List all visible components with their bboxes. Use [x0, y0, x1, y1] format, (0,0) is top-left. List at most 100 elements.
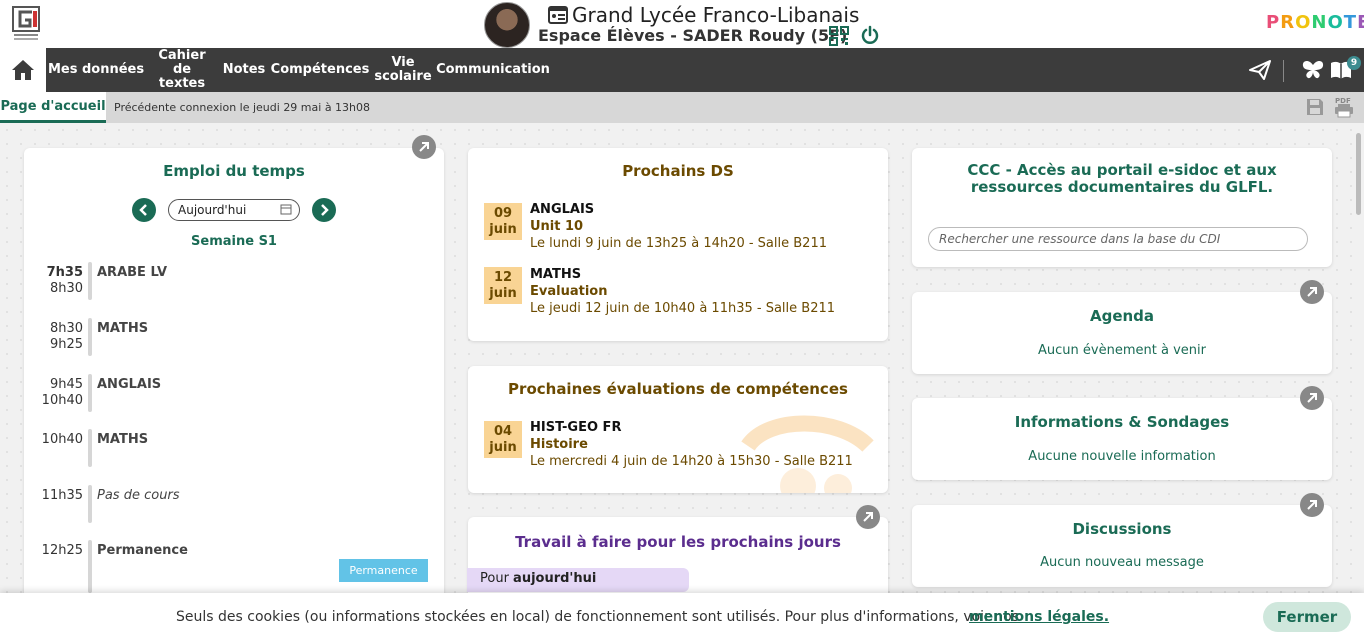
school-logo: [12, 6, 40, 40]
nav-mes-donnees[interactable]: Mes données: [48, 48, 144, 92]
cdi-title[interactable]: CCC - Accès au portail e-sidoc et aux re…: [912, 162, 1332, 196]
slot-bar: [88, 485, 92, 523]
permanence-tag: Permanence: [339, 559, 428, 582]
next-day-button[interactable]: [312, 198, 336, 222]
close-cookie-button[interactable]: Fermer: [1263, 602, 1351, 632]
slot-start-time: 11h35: [41, 488, 83, 503]
ds-month: juin: [489, 286, 517, 301]
travail-day-header: Pour aujourd'hui: [467, 568, 689, 592]
competence-theme: Histoire: [530, 437, 588, 452]
slot-subject: Pas de cours: [97, 488, 180, 503]
competence-date-box: 04 juin: [484, 421, 522, 458]
slot-start-time: 12h25: [41, 543, 83, 558]
nav-home[interactable]: [0, 48, 46, 92]
ds-date-box: 09 juin: [484, 203, 522, 240]
nav-vie-scolaire[interactable]: Vie scolaire: [372, 48, 434, 92]
open-agenda-icon[interactable]: [1300, 280, 1324, 304]
agenda-card: Agenda: [912, 292, 1332, 374]
ds-subject: MATHS: [530, 267, 582, 282]
ds-theme: Unit 10: [530, 219, 584, 234]
week-label: Semaine S1: [191, 234, 277, 249]
cdi-search-input[interactable]: Rechercher une ressource dans la base du…: [928, 227, 1308, 251]
informations-title: Informations & Sondages: [1014, 413, 1230, 431]
nav-notes[interactable]: Notes: [222, 48, 266, 92]
ds-day: 12: [493, 270, 513, 285]
messages-count-badge: 9: [1347, 56, 1361, 70]
pour-day: aujourd'hui: [513, 571, 597, 586]
pdf-print-icon[interactable]: PDF: [1333, 96, 1355, 118]
ds-when: Le jeudi 12 juin de 10h40 à 11h35 - Sall…: [530, 301, 836, 316]
ds-day: 09: [493, 206, 513, 221]
cookie-text: Seuls des cookies (ou informations stock…: [176, 609, 1020, 625]
calendar-icon[interactable]: [280, 203, 292, 215]
slot-start-time: 10h40: [41, 432, 83, 447]
open-emploi-du-temps-icon[interactable]: [412, 135, 436, 159]
home-icon: [12, 60, 34, 80]
cookie-banner: Seuls des cookies (ou informations stock…: [0, 593, 1364, 637]
discussions-card: Discussions: [912, 505, 1332, 587]
chevron-right-icon: [321, 204, 329, 216]
slot-subject[interactable]: MATHS: [97, 432, 148, 447]
previous-connection: Précédente connexion le jeudi 29 mai à 1…: [114, 101, 371, 114]
informations-empty-text: Aucune nouvelle information: [1028, 449, 1216, 464]
slot-start-time: 9h45: [49, 377, 83, 392]
main-navigation: Mes données Cahier de textes Notes Compé…: [0, 48, 1364, 92]
ds-month: juin: [489, 222, 517, 237]
slot-end-time: 8h30: [49, 281, 83, 296]
slot-subject[interactable]: ARABE LV: [97, 265, 167, 280]
slot-bar: [88, 540, 92, 593]
chevron-left-icon: [139, 204, 147, 216]
student-avatar[interactable]: [484, 2, 530, 48]
send-icon[interactable]: [1248, 58, 1272, 82]
nav-communication[interactable]: Communication: [436, 48, 550, 92]
agenda-empty-text: Aucun évènement à venir: [1038, 343, 1206, 358]
qr-code-icon[interactable]: [829, 26, 849, 46]
ds-theme: Evaluation: [530, 284, 608, 299]
prochains-ds-title: Prochains DS: [622, 162, 734, 180]
travail-a-faire-title: Travail à faire pour les prochains jours: [515, 533, 841, 551]
nav-separator: [1283, 60, 1284, 82]
id-card-icon: [548, 6, 568, 24]
open-travail-icon[interactable]: [856, 505, 880, 529]
school-name: Grand Lycée Franco-Libanais: [572, 3, 860, 27]
slot-subject[interactable]: MATHS: [97, 321, 148, 336]
competences-title: Prochaines évaluations de compétences: [508, 380, 848, 398]
ds-subject: ANGLAIS: [530, 202, 595, 217]
butterfly-icon[interactable]: [1301, 58, 1325, 82]
mentions-legales-link[interactable]: mentions légales.: [969, 609, 1109, 625]
discussions-title: Discussions: [1072, 520, 1172, 538]
discussions-empty-text: Aucun nouveau message: [1040, 555, 1204, 570]
competence-subject: HIST-GEO FR: [530, 420, 622, 435]
espace-label: Espace Élèves - SADER Roudy (5F): [538, 26, 848, 45]
svg-text:PDF: PDF: [1335, 97, 1351, 105]
nav-competences[interactable]: Compétences: [271, 48, 370, 92]
slot-bar: [88, 262, 92, 300]
app-header: Grand Lycée Franco-Libanais Espace Élève…: [0, 0, 1364, 48]
pronote-brand: PRONOTE: [1266, 12, 1364, 33]
competence-when: Le mercredi 4 juin de 14h20 à 15h30 - Sa…: [530, 454, 853, 469]
slot-start-time: 7h35: [46, 265, 83, 280]
slot-end-time: 10h40: [41, 393, 83, 408]
competence-month: juin: [489, 440, 517, 455]
slot-bar: [88, 318, 92, 356]
competence-day: 04: [493, 424, 513, 439]
nav-cahier-de-textes[interactable]: Cahier de textes: [148, 48, 216, 92]
slot-end-time: 9h25: [49, 337, 83, 352]
power-icon[interactable]: [860, 25, 880, 45]
open-informations-icon[interactable]: [1300, 386, 1324, 410]
emploi-du-temps-title: Emploi du temps: [163, 162, 305, 180]
previous-day-button[interactable]: [132, 198, 156, 222]
vertical-scrollbar[interactable]: [1356, 133, 1361, 215]
open-discussions-icon[interactable]: [1300, 493, 1324, 517]
slot-subject[interactable]: ANGLAIS: [97, 377, 161, 392]
sub-header: Page d'accueil Précédente connexion le j…: [0, 92, 1364, 123]
save-icon[interactable]: [1305, 97, 1325, 117]
pour-prefix: Pour: [480, 571, 514, 586]
slot-bar: [88, 374, 92, 412]
ds-date-box: 12 juin: [484, 267, 522, 304]
decorative-arrow-graphic: [741, 415, 874, 493]
tab-page-accueil[interactable]: Page d'accueil: [0, 92, 106, 123]
school-name-line: Grand Lycée Franco-Libanais: [548, 3, 859, 27]
slot-subject[interactable]: Permanence: [97, 543, 188, 558]
informations-card: Informations & Sondages: [912, 398, 1332, 480]
